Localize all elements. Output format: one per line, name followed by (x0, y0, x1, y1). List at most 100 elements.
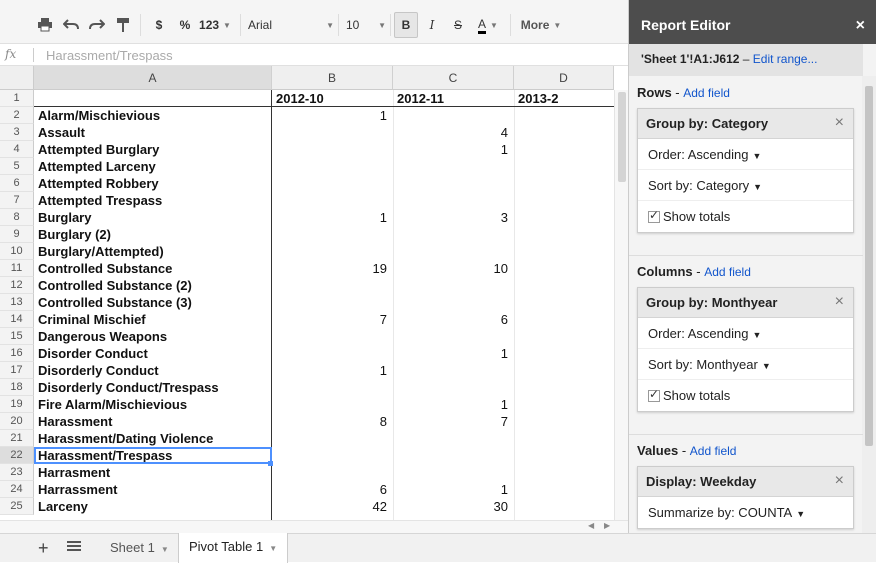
row-number[interactable]: 7 (0, 192, 34, 209)
scroll-right-icon[interactable]: ▶ (604, 521, 610, 530)
checkbox-checked-icon[interactable] (648, 387, 660, 402)
cell-value[interactable]: 1 (272, 107, 393, 124)
cell-value[interactable] (393, 158, 514, 175)
cell-value[interactable] (272, 124, 393, 141)
cell-value[interactable] (393, 328, 514, 345)
cell-value[interactable] (272, 328, 393, 345)
row-number[interactable]: 2 (0, 107, 34, 124)
fill-handle[interactable] (268, 461, 273, 466)
cell-value[interactable] (393, 362, 514, 379)
cell-value[interactable]: 6 (272, 481, 393, 498)
cell-value[interactable] (272, 396, 393, 413)
cell-value[interactable] (514, 379, 614, 396)
cell-value[interactable] (514, 260, 614, 277)
cell-value[interactable] (272, 175, 393, 192)
cell-value[interactable] (272, 379, 393, 396)
cell-value[interactable]: 6 (393, 311, 514, 328)
cell-value[interactable] (514, 396, 614, 413)
cell-category[interactable]: Harrassment (34, 481, 272, 498)
cell-value[interactable] (393, 243, 514, 260)
cell-value[interactable] (272, 243, 393, 260)
cell-category[interactable] (34, 90, 272, 107)
cell-value[interactable] (272, 192, 393, 209)
cell-category[interactable]: Harrasment (34, 464, 272, 481)
editor-scrollbar[interactable] (862, 76, 876, 533)
close-icon[interactable]: × (835, 472, 844, 490)
row-number[interactable]: 23 (0, 464, 34, 481)
font-select[interactable]: Arial ▼ (244, 12, 334, 38)
cell-value[interactable] (393, 464, 514, 481)
cell-category[interactable]: Burglary (34, 209, 272, 226)
cell-value[interactable] (514, 481, 614, 498)
cell-value[interactable] (272, 464, 393, 481)
cell-value[interactable] (514, 107, 614, 124)
column-header-b[interactable]: B (272, 66, 393, 90)
cell-category[interactable]: Larceny (34, 498, 272, 515)
row-number[interactable]: 17 (0, 362, 34, 379)
cell-value[interactable] (514, 464, 614, 481)
cell-category[interactable]: Harassment/Dating Violence (34, 430, 272, 447)
cell-value[interactable] (514, 192, 614, 209)
cell-category[interactable]: Disorder Conduct (34, 345, 272, 362)
cell-category[interactable]: Disorderly Conduct/Trespass (34, 379, 272, 396)
columns-order-dropdown[interactable]: Order: Ascending ▼ (638, 318, 853, 349)
row-number[interactable]: 24 (0, 481, 34, 498)
currency-button[interactable]: $ (150, 12, 168, 38)
values-add-field-link[interactable]: Add field (690, 444, 737, 458)
cell-value[interactable] (514, 345, 614, 362)
cell-value[interactable]: 42 (272, 498, 393, 515)
cell-category[interactable]: Assault (34, 124, 272, 141)
text-color-button[interactable]: A ▼ (472, 12, 504, 38)
column-header-c[interactable]: C (393, 66, 514, 90)
cell-category[interactable]: Attempted Trespass (34, 192, 272, 209)
cell-value[interactable] (393, 192, 514, 209)
cell-category[interactable]: Burglary/Attempted) (34, 243, 272, 260)
cell-value[interactable] (514, 430, 614, 447)
redo-icon[interactable] (86, 12, 108, 38)
rows-order-dropdown[interactable]: Order: Ascending ▼ (638, 139, 853, 170)
cell-value[interactable]: 1 (393, 345, 514, 362)
chevron-down-icon[interactable]: ▼ (161, 545, 169, 554)
vertical-scrollbar[interactable] (614, 90, 628, 520)
row-number[interactable]: 16 (0, 345, 34, 362)
formula-bar[interactable]: fx Harassment/Trespass (0, 44, 628, 66)
cell-value[interactable] (272, 447, 393, 464)
more-formats-button[interactable]: 123 ▼ (199, 12, 231, 38)
bold-button[interactable]: B (394, 12, 418, 38)
row-number[interactable]: 25 (0, 498, 34, 515)
cell-category[interactable]: Criminal Mischief (34, 311, 272, 328)
cell-value[interactable]: 19 (272, 260, 393, 277)
close-icon[interactable]: × (835, 114, 844, 132)
cell-value[interactable]: 1 (272, 209, 393, 226)
cell-value[interactable] (393, 430, 514, 447)
spreadsheet-grid[interactable]: 1 2012-10 2012-11 2013-2 2 Alarm/Mischievious… (0, 90, 614, 520)
cell-value[interactable] (514, 243, 614, 260)
italic-button[interactable]: I (422, 12, 442, 38)
cell-value[interactable] (393, 379, 514, 396)
cell-value[interactable] (272, 158, 393, 175)
cell-value[interactable] (272, 294, 393, 311)
row-number[interactable]: 21 (0, 430, 34, 447)
cell-value[interactable]: 1 (393, 141, 514, 158)
cell-value[interactable]: 7 (272, 311, 393, 328)
cell-value[interactable] (393, 294, 514, 311)
cell-category[interactable]: Attempted Burglary (34, 141, 272, 158)
cell-value[interactable] (514, 141, 614, 158)
print-icon[interactable] (34, 12, 56, 38)
cell-value[interactable]: 4 (393, 124, 514, 141)
cell-value[interactable]: 2012-10 (272, 90, 393, 107)
cell-category[interactable]: Attempted Larceny (34, 158, 272, 175)
cell-value[interactable]: 1 (272, 362, 393, 379)
columns-show-totals-checkbox[interactable]: Show totals (638, 380, 853, 411)
cell-value[interactable]: 1 (393, 396, 514, 413)
cell-value[interactable] (272, 430, 393, 447)
columns-sort-dropdown[interactable]: Sort by: Monthyear ▼ (638, 349, 853, 380)
cell-value[interactable] (514, 277, 614, 294)
rows-add-field-link[interactable]: Add field (683, 86, 730, 100)
cell-value[interactable] (514, 175, 614, 192)
row-number[interactable]: 13 (0, 294, 34, 311)
row-number[interactable]: 6 (0, 175, 34, 192)
cell-value[interactable] (393, 107, 514, 124)
row-number[interactable]: 15 (0, 328, 34, 345)
sheet-list-icon[interactable] (67, 539, 81, 557)
